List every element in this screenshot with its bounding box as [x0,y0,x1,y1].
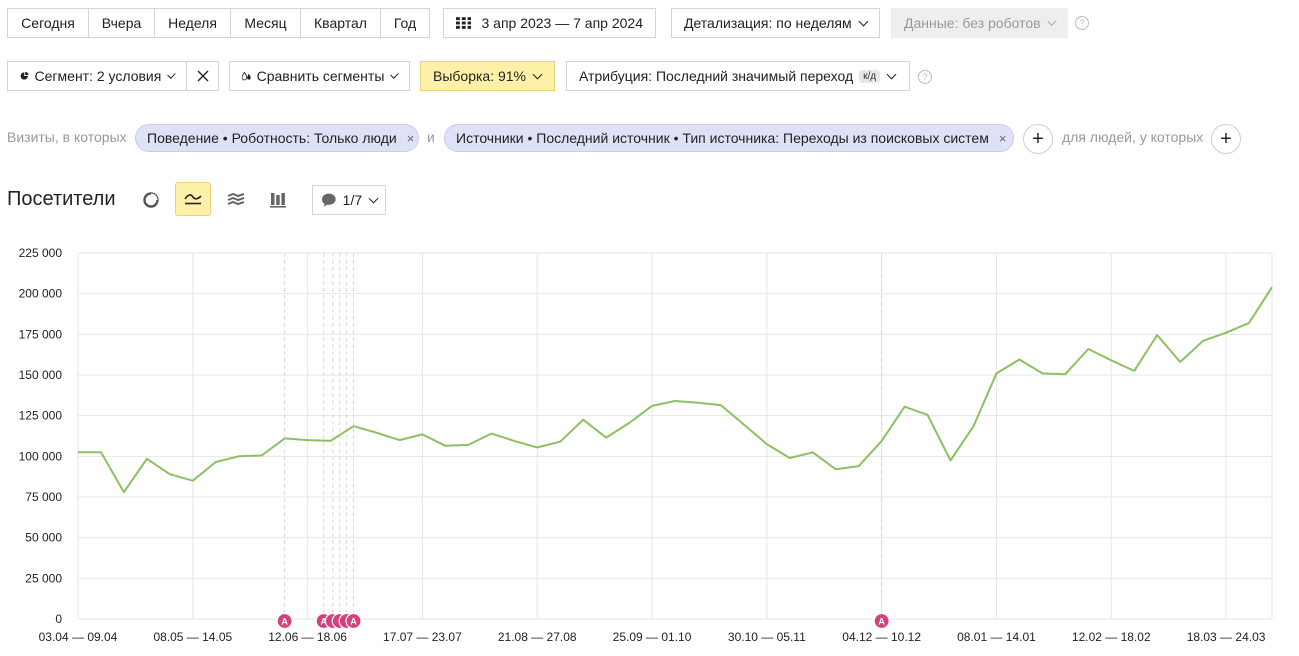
chevron-down-icon [390,69,399,79]
x-tick-label: 12.02 — 18.02 [1072,630,1151,644]
period-year[interactable]: Год [380,8,430,38]
pie-chart-icon [143,192,159,208]
x-tick-label: 08.01 — 14.01 [957,630,1036,644]
attribution-dropdown[interactable]: Атрибуция: Последний значимый переход к/… [566,61,910,91]
visitors-line-chart: 0 25 000 50 000 75 000 100 000 125 000 150 000… [19,246,1273,644]
close-icon [197,70,208,82]
area-view-button[interactable] [222,186,250,214]
y-tick-label: 50 000 [25,531,62,545]
x-tick-label: 30.10 — 05.11 [728,630,806,644]
people-conditions-text: для людей, у которых [1062,129,1204,145]
compare-label: Сравнить сегменты [256,68,385,84]
comments-label: 1/7 [342,192,363,208]
y-tick-label: 0 [55,612,62,626]
y-tick-label: 75 000 [25,490,62,504]
x-tick-label: 12.06 — 18.06 [268,630,347,644]
data-filter-label: Данные: без роботов [904,15,1041,31]
compare-segments-dropdown[interactable]: Сравнить сегменты [229,61,410,91]
compare-icon [242,71,251,81]
pie-view-button[interactable] [137,186,165,214]
period-month[interactable]: Месяц [230,8,301,38]
y-tick-label: 175 000 [19,327,63,341]
help-icon[interactable]: ? [1075,16,1089,30]
date-range-button[interactable]: 3 апр 2023 — 7 апр 2024 [443,8,656,38]
y-tick-label: 100 000 [19,449,63,463]
x-tick-label: 17.07 — 23.07 [383,630,462,644]
y-tick-label: 200 000 [19,287,63,301]
filter-chip-behavior[interactable]: Поведение • Роботность: Только люди × [135,124,419,152]
attribution-badge: к/д [859,69,881,83]
close-icon[interactable]: × [407,131,415,146]
period-selector: Сегодня Вчера Неделя Месяц Квартал Год [7,8,430,38]
date-range-label: 3 апр 2023 — 7 апр 2024 [481,15,643,31]
x-tick-label: 18.03 — 24.03 [1187,630,1266,644]
page-title: Посетители [7,188,116,210]
chevron-down-icon [167,69,176,79]
comment-icon [321,193,336,207]
filters-conjunction: и [427,129,435,145]
line-view-button[interactable] [175,182,211,216]
sample-label: Выборка: 91% [433,68,527,84]
series-line [78,286,1273,494]
annotation-marker[interactable]: A [345,612,362,630]
stacked-area-icon [227,193,245,206]
y-tick-label: 125 000 [19,409,63,423]
chevron-down-icon [1047,16,1057,26]
bar-chart-icon [270,193,286,208]
segment-label: Сегмент: 2 условия [34,68,162,84]
filter-chip-label: Источники • Последний источник • Тип ист… [456,130,989,146]
filter-chip-source[interactable]: Источники • Последний источник • Тип ист… [444,124,1014,152]
chevron-down-icon [532,69,543,79]
x-tick-label: 25.09 — 01.10 [613,630,692,644]
annotation-letter: A [281,617,288,627]
annotation-letter: A [350,617,357,627]
period-today[interactable]: Сегодня [7,8,89,38]
line-chart-icon [184,194,202,205]
sample-dropdown[interactable]: Выборка: 91% [420,61,555,91]
clear-segment-button[interactable] [186,61,219,91]
annotation-letter: A [878,617,885,627]
y-tick-label: 25 000 [25,571,62,585]
chevron-down-icon [886,69,897,79]
segment-dropdown[interactable]: Сегмент: 2 условия [7,61,187,91]
help-icon[interactable]: ? [918,70,932,84]
x-tick-label: 21.08 — 27.08 [498,630,577,644]
y-tick-label: 150 000 [19,368,63,382]
chevron-down-icon [858,16,869,26]
attribution-label: Атрибуция: Последний значимый переход [579,68,854,84]
period-quarter[interactable]: Квартал [300,8,381,38]
data-filter-dropdown[interactable]: Данные: без роботов [891,8,1068,38]
close-icon[interactable]: × [999,131,1007,146]
bar-view-button[interactable] [264,186,292,214]
add-visit-condition-button[interactable]: + [1023,124,1053,154]
detail-label: Детализация: по неделям [684,15,852,31]
period-week[interactable]: Неделя [154,8,231,38]
x-tick-label: 04.12 — 10.12 [842,630,921,644]
annotation-marker[interactable]: A [276,612,293,630]
calendar-icon [456,17,472,29]
x-tick-label: 03.04 — 09.04 [39,630,118,644]
annotation-marker[interactable]: A [873,612,890,630]
x-tick-label: 08.05 — 14.05 [153,630,232,644]
y-tick-label: 225 000 [19,246,63,260]
pie-chart-icon [20,71,29,80]
detail-dropdown[interactable]: Детализация: по неделям [671,8,880,38]
add-people-condition-button[interactable]: + [1211,124,1241,154]
comments-dropdown[interactable]: 1/7 [312,185,386,215]
filter-chip-label: Поведение • Роботность: Только люди [147,130,397,146]
chevron-down-icon [368,193,379,203]
period-yesterday[interactable]: Вчера [88,8,155,38]
filters-lead-text: Визиты, в которых [7,129,127,145]
